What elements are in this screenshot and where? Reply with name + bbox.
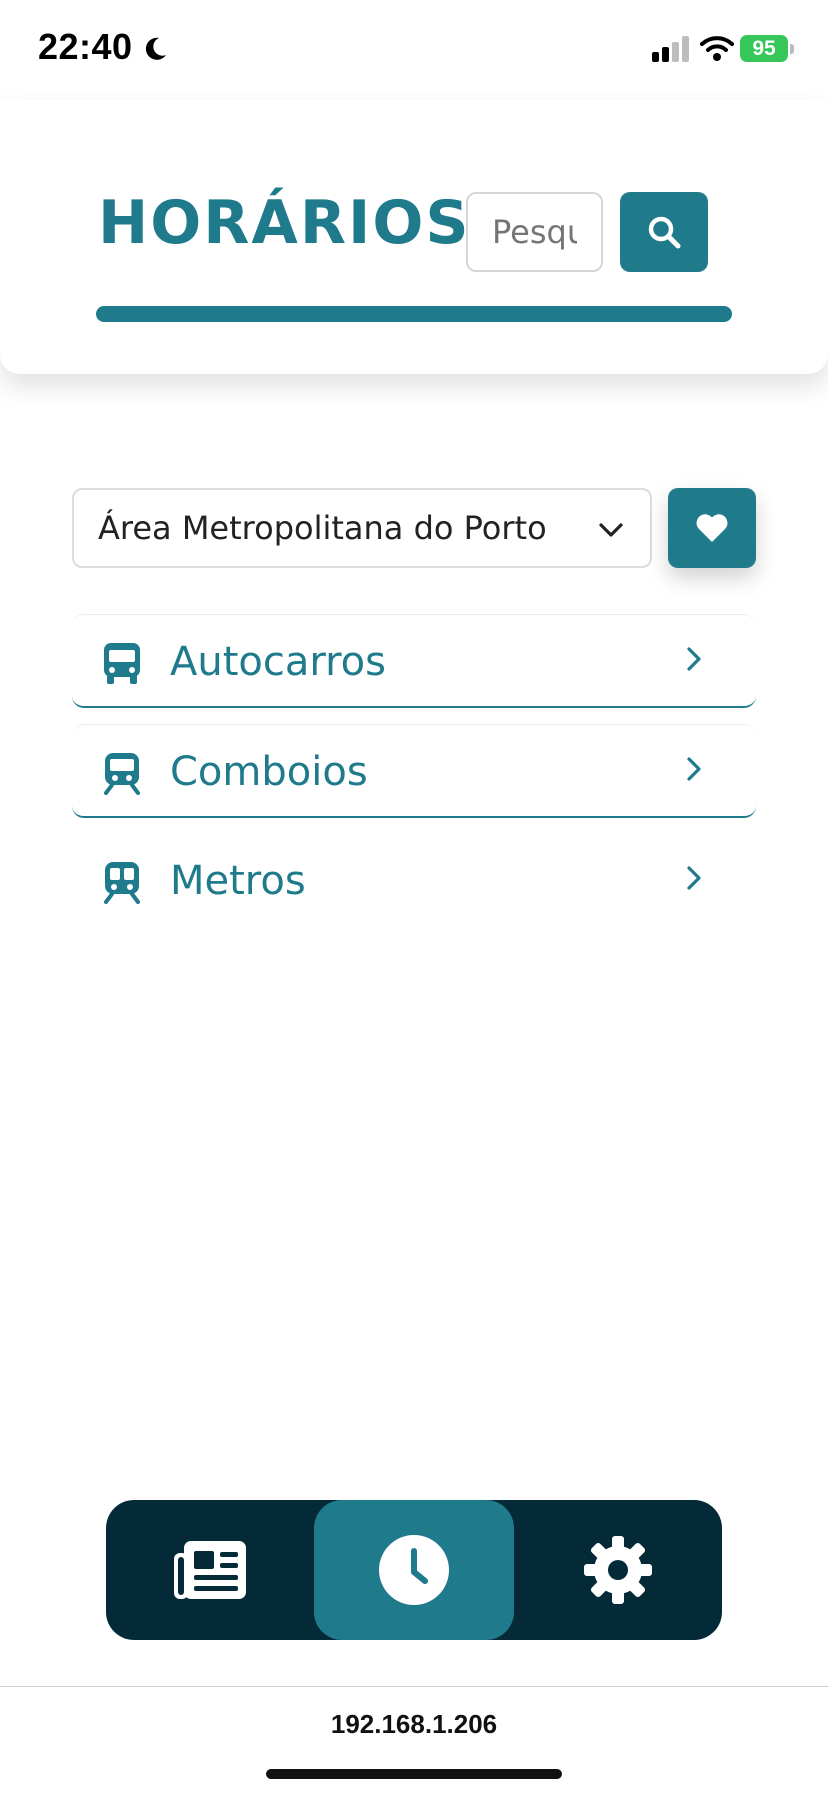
- status-time: 22:40: [38, 26, 133, 67]
- moon-icon: [145, 37, 166, 60]
- chevron-right-icon: [687, 647, 701, 671]
- search-icon: [648, 216, 681, 249]
- transport-label: Metros: [170, 858, 306, 904]
- home-indicator[interactable]: [266, 1769, 562, 1779]
- bus-icon: [104, 643, 140, 684]
- chevron-right-icon: [687, 757, 701, 781]
- search-button[interactable]: [620, 192, 708, 272]
- chevron-right-icon: [687, 866, 701, 890]
- bottom-nav: [106, 1500, 722, 1640]
- search-input[interactable]: [466, 192, 603, 272]
- url-text[interactable]: 192.168.1.206: [0, 1709, 828, 1740]
- page-title: HORÁRIOS: [98, 188, 471, 258]
- wifi-icon: [700, 36, 734, 61]
- status-bar: 22:40 95: [0, 0, 828, 100]
- region-select[interactable]: Área Metropolitana do Porto: [72, 488, 652, 568]
- newspaper-icon: [174, 1541, 246, 1599]
- transport-item-autocarros[interactable]: Autocarros: [72, 614, 756, 708]
- nav-settings[interactable]: [514, 1500, 722, 1640]
- cellular-signal-icon: [652, 36, 689, 62]
- browser-footer: 192.168.1.206: [0, 1686, 828, 1793]
- chevron-down-icon: [599, 523, 623, 537]
- region-select-value: Área Metropolitana do Porto: [98, 509, 547, 547]
- battery-tip: [790, 44, 794, 54]
- battery-level: 95: [740, 35, 788, 62]
- nav-news[interactable]: [106, 1500, 314, 1640]
- transport-item-comboios[interactable]: Comboios: [72, 724, 756, 818]
- transport-label: Comboios: [170, 749, 368, 795]
- transport-item-metros[interactable]: Metros: [72, 834, 756, 928]
- header-accent-bar: [96, 306, 732, 322]
- transport-label: Autocarros: [170, 639, 386, 685]
- subway-icon: [104, 862, 140, 904]
- gear-icon: [584, 1536, 652, 1604]
- heart-icon: [696, 514, 728, 542]
- favorite-button[interactable]: [668, 488, 756, 568]
- battery-indicator: 95: [740, 35, 794, 63]
- train-icon: [104, 753, 140, 795]
- clock-icon: [379, 1535, 449, 1605]
- nav-schedule[interactable]: [314, 1500, 514, 1640]
